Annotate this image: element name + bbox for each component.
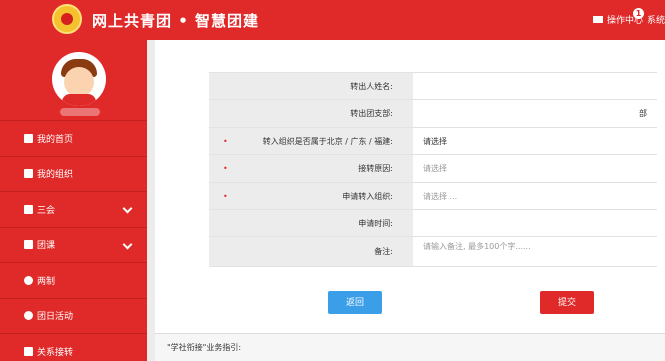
notification-badge: 1	[633, 8, 644, 19]
region-select[interactable]: 请选择	[413, 128, 657, 154]
form-label: • 转入组织是否属于北京 / 广东 / 福建:	[209, 127, 413, 155]
chevron-down-icon	[122, 203, 133, 214]
sidebar-item-label: 我的组织	[37, 170, 74, 181]
sidebar-item-league-day[interactable]: 团日活动	[0, 297, 147, 334]
system-link[interactable]: 系统	[647, 13, 665, 26]
form-label: 转出人姓名:	[209, 73, 413, 100]
form-row-target-org: • 申请转入组织: 请选择 ...	[209, 182, 657, 210]
app-title: 网上共青团 • 智慧团建	[92, 12, 260, 30]
sidebar-item-label: 关系接转	[37, 347, 74, 358]
target-org-select[interactable]: 请选择 ...	[413, 183, 657, 209]
sidebar-item-label: 我的首页	[37, 134, 74, 145]
form-row-region-select: • 转入组织是否属于北京 / 广东 / 福建: 请选择	[209, 127, 657, 156]
sidebar-item-label: 两制	[37, 276, 56, 287]
back-button[interactable]: 返回	[328, 291, 382, 314]
form-row-transferor-name: 转出人姓名:	[209, 73, 657, 101]
form-row-reason: • 接转原因: 请选择	[209, 155, 657, 183]
sidebar-item-relation-transfer[interactable]: 关系接转	[0, 333, 147, 361]
apply-time-value	[413, 210, 657, 236]
sidebar-item-my-org[interactable]: 我的组织	[0, 155, 147, 192]
submit-button[interactable]: 提交	[540, 291, 594, 314]
form-row-out-branch: 转出团支部: 部	[209, 100, 657, 128]
user-name	[60, 108, 100, 116]
form-row-remarks: 备注: 请输入备注, 最多100个字......	[209, 237, 657, 268]
mail-icon[interactable]	[592, 16, 603, 23]
transfer-icon	[24, 346, 33, 356]
reason-select[interactable]: 请选择	[413, 155, 657, 181]
circle-icon	[24, 275, 33, 285]
user-profile	[0, 40, 147, 120]
sidebar-item-two-systems[interactable]: 两制	[0, 262, 147, 298]
home-icon	[24, 133, 33, 143]
users-icon	[24, 169, 33, 179]
league-logo	[52, 4, 82, 34]
edit-icon	[24, 204, 33, 214]
sidebar-item-label: 团日活动	[37, 312, 74, 323]
form-label: • 申请转入组织:	[209, 182, 413, 209]
form-label: • 接转原因:	[209, 155, 413, 182]
required-marker: •	[223, 191, 228, 201]
avatar[interactable]	[52, 52, 106, 106]
sidebar-item-league-class[interactable]: 团课	[0, 226, 147, 263]
transfer-form: 转出人姓名: 转出团支部: 部 • 转入组织是否属于北京 / 广东 / 福建: 请…	[209, 72, 657, 268]
business-guide-title: "学社衔接"业务指引:	[155, 333, 665, 361]
sidebar-item-label: 团课	[37, 241, 56, 252]
out-branch-value: 部	[639, 109, 647, 119]
header-actions: 操作中心 系统	[592, 13, 665, 26]
required-marker: •	[223, 164, 228, 174]
form-row-apply-time: 申请时间:	[209, 209, 657, 238]
transfer-form-card: 转出人姓名: 转出团支部: 部 • 转入组织是否属于北京 / 广东 / 福建: 请…	[155, 40, 665, 333]
remarks-textarea[interactable]: 请输入备注, 最多100个字......	[413, 237, 657, 266]
chevron-down-icon	[122, 239, 133, 249]
required-marker: •	[223, 136, 228, 146]
sidebar: 我的首页 我的组织 三会 团课 两制 团日活动 关系接转	[0, 40, 147, 361]
sidebar-item-three-meetings[interactable]: 三会	[0, 191, 147, 227]
recycle-icon	[24, 311, 33, 321]
top-header: 网上共青团 • 智慧团建 操作中心 系统 1	[0, 0, 665, 40]
form-label: 备注:	[209, 237, 413, 267]
form-label: 申请时间:	[209, 209, 413, 237]
sidebar-item-label: 三会	[37, 205, 56, 216]
folder-icon	[24, 240, 33, 250]
transferor-name-value	[413, 73, 657, 99]
sidebar-item-home[interactable]: 我的首页	[0, 120, 147, 156]
main-content: 转出人姓名: 转出团支部: 部 • 转入组织是否属于北京 / 广东 / 福建: 请…	[147, 40, 665, 361]
form-label: 转出团支部:	[209, 100, 413, 127]
